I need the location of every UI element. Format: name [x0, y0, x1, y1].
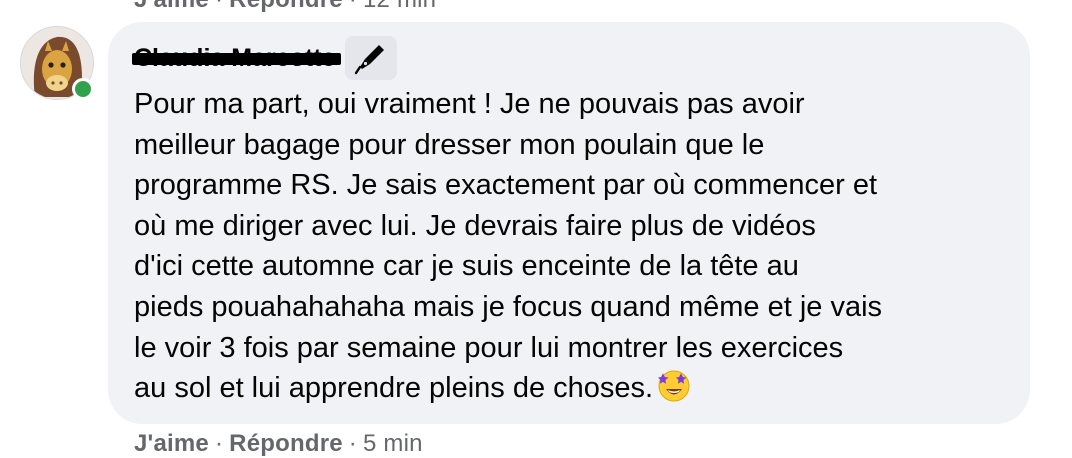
comment-author-row: Claudia Marcotte [132, 36, 398, 80]
comment-line: où me diriger avec lui. Je devrais faire… [134, 209, 816, 242]
separator: · [349, 0, 357, 13]
comment-line-text: au sol et lui apprendre pleins de choses… [134, 372, 654, 405]
redaction-bar [132, 53, 342, 65]
previous-timestamp[interactable]: 12 min [363, 0, 436, 13]
comment-line: Pour ma part, oui vraiment ! Je ne pouva… [134, 88, 805, 120]
comment-line: d'ici cette automne car je suis enceinte… [134, 250, 799, 283]
comment-actions: J'aime · Répondre · 5 min [134, 430, 423, 458]
comment-line: le voir 3 fois par semaine pour lui mont… [134, 331, 844, 364]
separator: · [215, 0, 223, 13]
comment-last-line: au sol et lui apprendre pleins de choses… [134, 368, 1014, 409]
like-link[interactable]: J'aime [134, 430, 209, 457]
star-struck-emoji-icon [657, 369, 691, 403]
reply-link[interactable]: Répondre [229, 430, 343, 457]
online-status-indicator [72, 78, 94, 100]
separator: · [214, 430, 224, 457]
separator: · [348, 430, 357, 457]
comment-line: programme RS. Je sais exactement par où … [134, 169, 878, 202]
previous-like-link[interactable]: J'aime [134, 0, 209, 13]
previous-comment-actions: J'aime · Répondre · 12 min [134, 0, 436, 14]
previous-reply-link[interactable]: Répondre [229, 0, 343, 13]
comment-line: pieds pouahahahaha mais je focus quand m… [134, 290, 883, 323]
fountain-pen-icon[interactable] [345, 36, 398, 80]
comment-line: meilleur bagage pour dresser mon poulain… [134, 128, 765, 161]
comment-timestamp[interactable]: 5 min [363, 430, 423, 457]
author-name-link[interactable]: Claudia Marcotte [132, 36, 342, 80]
comment-text: Pour ma part, oui vraiment ! Je ne pouva… [134, 84, 1014, 409]
